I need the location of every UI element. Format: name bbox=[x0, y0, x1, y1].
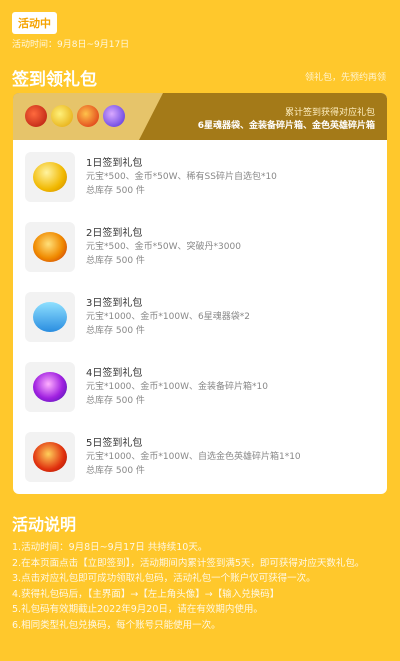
rule-line: 3.点击对应礼包即可成功领取礼包码，活动礼包一个账户仅可获得一次。 bbox=[12, 573, 316, 584]
rule-line: 6.相同类型礼包兑换码，每个账号只能使用一次。 bbox=[12, 619, 221, 631]
gift-stock: 总库存 500 件 bbox=[86, 396, 145, 406]
rule-line: 5.礼包码有效期截止2022年9月20日，请在有效期内使用。 bbox=[12, 604, 263, 615]
gift-name: 2日签到礼包 bbox=[86, 228, 143, 239]
rule-line: 2.在本页面点击【立即签到】，活动期间内累计签到满5天，即可获得对应天数礼包。 bbox=[12, 557, 365, 569]
status-badge: 活动中 bbox=[12, 12, 57, 34]
banner-subtitle: 累计签到获得对应礼包 bbox=[284, 108, 375, 118]
gift-thumb bbox=[25, 362, 75, 412]
claim-hint[interactable]: 领礼包，先预约再领 bbox=[305, 70, 386, 83]
gift-name: 5日签到礼包 bbox=[86, 438, 143, 449]
gift-name: 3日签到礼包 bbox=[86, 298, 143, 309]
gift-name: 4日签到礼包 bbox=[86, 368, 143, 379]
exp-orb-icon bbox=[33, 372, 67, 402]
list-item[interactable]: 1日签到礼包 元宝*500、金币*50W、稀有SS碎片自选包*10 总库存 50… bbox=[13, 148, 387, 218]
signin-section-title: 签到领礼包 bbox=[12, 70, 97, 90]
gift-pack-list: 1日签到礼包 元宝*500、金币*50W、稀有SS碎片自选包*10 总库存 50… bbox=[13, 148, 387, 494]
rule-line: 1.活动时间：9月8日~9月17日 共持续10天。 bbox=[12, 542, 208, 553]
list-item[interactable]: 5日签到礼包 元宝*1000、金币*100W、自选金色英雄碎片箱1*10 总库存… bbox=[13, 428, 387, 494]
red-gift-bag-icon bbox=[33, 442, 67, 472]
gift-desc: 元宝*500、金币*50W、突破丹*3000 bbox=[86, 242, 241, 252]
list-item[interactable]: 4日签到礼包 元宝*1000、金币*100W、金装备碎片箱*10 总库存 500… bbox=[13, 358, 387, 428]
gift-desc: 元宝*1000、金币*100W、6星魂器袋*2 bbox=[86, 312, 250, 322]
signin-banner: 累计签到获得对应礼包 6星魂器袋、金装备碎片箱、金色英雄碎片箱 bbox=[13, 93, 387, 140]
treasure-chest-icon bbox=[33, 302, 67, 332]
banner-rewards: 6星魂器袋、金装备碎片箱、金色英雄碎片箱 bbox=[197, 121, 375, 131]
gift-thumb bbox=[25, 432, 75, 482]
gift-desc: 元宝*1000、金币*100W、自选金色英雄碎片箱1*10 bbox=[86, 452, 301, 462]
gift-desc: 元宝*500、金币*50W、稀有SS碎片自选包*10 bbox=[86, 172, 277, 182]
gift-thumb bbox=[25, 292, 75, 342]
list-item[interactable]: 3日签到礼包 元宝*1000、金币*100W、6星魂器袋*2 总库存 500 件 bbox=[13, 288, 387, 358]
event-time: 活动时间：9月8日~9月17日 bbox=[12, 40, 130, 50]
gift-stock: 总库存 500 件 bbox=[86, 466, 145, 476]
signin-card: 累计签到获得对应礼包 6星魂器袋、金装备碎片箱、金色英雄碎片箱 1日签到礼包 元… bbox=[13, 93, 387, 494]
banner-icons bbox=[25, 105, 125, 127]
trophy-icon bbox=[51, 105, 73, 127]
gift-stock: 总库存 500 件 bbox=[86, 256, 145, 266]
rules-list: 1.活动时间：9月8日~9月17日 共持续10天。 2.在本页面点击【立即签到】… bbox=[12, 540, 390, 633]
gift-thumb bbox=[25, 152, 75, 202]
gift-name: 1日签到礼包 bbox=[86, 158, 143, 169]
gift-stock: 总库存 500 件 bbox=[86, 186, 145, 196]
rule-line: 4.获得礼包码后，【主界面】→【左上角头像】→【输入兑换码】 bbox=[12, 588, 280, 600]
chest-icon bbox=[77, 105, 99, 127]
list-item[interactable]: 2日签到礼包 元宝*500、金币*50W、突破丹*3000 总库存 500 件 bbox=[13, 218, 387, 288]
exp-orb-icon bbox=[103, 105, 125, 127]
gift-stock: 总库存 500 件 bbox=[86, 326, 145, 336]
helmet-icon bbox=[33, 232, 67, 262]
rules-title: 活动说明 bbox=[12, 515, 77, 534]
gift-thumb bbox=[25, 222, 75, 272]
gold-ingot-icon bbox=[33, 162, 67, 192]
gift-desc: 元宝*1000、金币*100W、金装备碎片箱*10 bbox=[86, 382, 268, 392]
gift-red-icon bbox=[25, 105, 47, 127]
